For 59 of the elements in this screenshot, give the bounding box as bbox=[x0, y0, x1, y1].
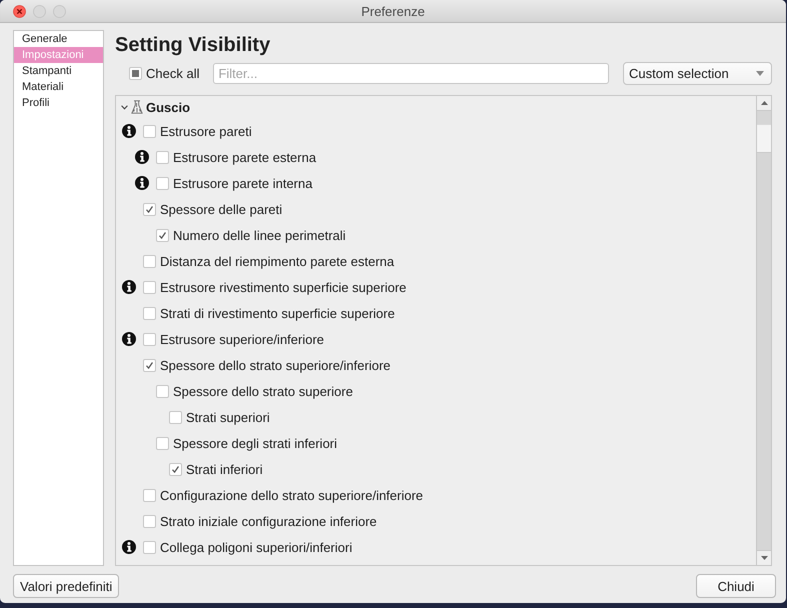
setting-label: Strati di rivestimento superficie superiore bbox=[160, 306, 395, 320]
setting-label: Collega poligoni superiori/inferiori bbox=[160, 540, 352, 554]
setting-label: Distanza del riempimento parete esterna bbox=[160, 254, 394, 268]
checkbox[interactable] bbox=[156, 228, 169, 242]
setting-label: Spessore dello strato superiore bbox=[173, 384, 353, 398]
chevron-icon[interactable] bbox=[121, 104, 128, 110]
setting-label: Estrusore parete esterna bbox=[173, 150, 316, 164]
setting-label: Estrusore parete interna bbox=[173, 176, 312, 190]
setting-label: Estrusore superiore/inferiore bbox=[160, 332, 324, 346]
section-heading: Setting Visibility bbox=[115, 33, 272, 57]
beaker-icon bbox=[131, 100, 143, 114]
checkbox[interactable] bbox=[143, 488, 156, 502]
scrollbar-thumb[interactable] bbox=[757, 124, 771, 153]
checkbox[interactable] bbox=[169, 462, 182, 476]
sidebar-item[interactable]: Generale bbox=[14, 31, 103, 47]
checkbox[interactable] bbox=[143, 124, 156, 138]
setting-label: Estrusore pareti bbox=[160, 124, 252, 138]
checkbox[interactable] bbox=[143, 306, 156, 320]
close-button[interactable] bbox=[13, 4, 26, 18]
up-arrow-icon bbox=[760, 101, 768, 105]
minimize-button[interactable] bbox=[33, 4, 46, 18]
setting-label: Estrusore rivestimento superficie superiore bbox=[160, 280, 406, 294]
defaults-button[interactable]: Valori predefiniti bbox=[13, 574, 120, 598]
sidebar-item[interactable]: Stampanti bbox=[14, 63, 103, 79]
check-all-checkbox[interactable] bbox=[129, 67, 142, 80]
checkbox[interactable] bbox=[169, 410, 182, 424]
checkbox[interactable] bbox=[143, 514, 156, 528]
caret-icon bbox=[756, 71, 764, 76]
sidebar-item[interactable]: Profili bbox=[14, 95, 103, 111]
checkbox[interactable] bbox=[143, 202, 156, 216]
setting-label: Spessore degli strati inferiori bbox=[173, 436, 338, 450]
setting-label: Strati inferiori bbox=[186, 462, 263, 476]
scroll-up-button[interactable] bbox=[757, 96, 771, 111]
check-all-label: Check all bbox=[146, 66, 200, 81]
checkbox[interactable] bbox=[156, 150, 169, 164]
setting-label: Strato iniziale configurazione inferiore bbox=[160, 514, 377, 528]
checkbox[interactable] bbox=[143, 254, 156, 268]
scroll-down-button[interactable] bbox=[757, 550, 771, 565]
setting-label: Numero delle linee perimetrali bbox=[173, 228, 346, 242]
down-arrow-icon bbox=[760, 556, 768, 560]
setting-label: Spessore delle pareti bbox=[160, 202, 282, 216]
preset-dropdown[interactable]: Custom selection bbox=[623, 62, 772, 85]
filter-field[interactable]: Filter... bbox=[213, 63, 609, 84]
window-title: Preferenze bbox=[361, 4, 425, 18]
checkbox[interactable] bbox=[143, 332, 156, 346]
setting-label: Configurazione dello strato superiore/inferiore bbox=[160, 488, 424, 502]
zoom-button[interactable] bbox=[53, 4, 66, 18]
setting-label: Spessore dello strato superiore/inferiore bbox=[160, 358, 391, 372]
checkbox[interactable] bbox=[156, 436, 169, 450]
close-dialog-button[interactable]: Chiudi bbox=[696, 574, 776, 598]
scrollbar[interactable] bbox=[756, 96, 771, 565]
checkbox[interactable] bbox=[143, 358, 156, 372]
setting-label: Strati superiori bbox=[186, 410, 270, 424]
checkbox[interactable] bbox=[156, 384, 169, 398]
checkbox[interactable] bbox=[156, 176, 169, 190]
checkbox[interactable] bbox=[143, 280, 156, 294]
checkbox[interactable] bbox=[143, 540, 156, 554]
category-label[interactable]: Guscio bbox=[146, 100, 190, 114]
sidebar-item[interactable]: Materiali bbox=[14, 79, 103, 95]
